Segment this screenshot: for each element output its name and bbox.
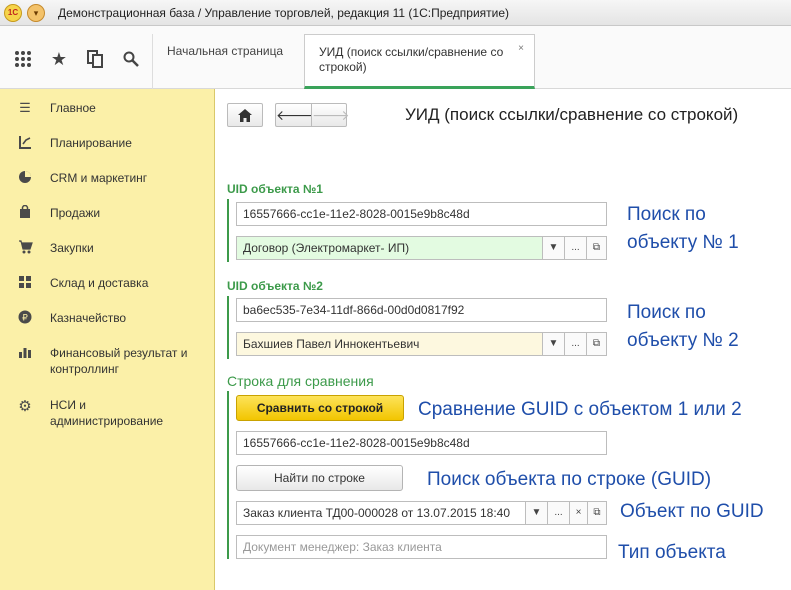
sidebar-item-finance[interactable]: Финансовый результат и контроллинг	[0, 345, 215, 377]
sidebar-item-treasury[interactable]: ₽ Казначейство	[0, 310, 215, 327]
annotation-find: Поиск объекта по строке (GUID)	[427, 469, 712, 490]
sidebar-item-label: Главное	[50, 101, 96, 115]
sidebar-item-label: Планирование	[50, 136, 132, 150]
apps-grid-icon[interactable]	[8, 44, 38, 74]
close-tab-icon[interactable]: ×	[518, 41, 524, 56]
compare-group-line	[227, 391, 229, 559]
favorites-star-icon[interactable]: ★	[44, 44, 74, 74]
annotation-compare: Сравнение GUID с объектом 1 или 2	[418, 399, 742, 420]
svg-text:₽: ₽	[22, 314, 28, 324]
open-window-icon[interactable]: ⧉	[587, 236, 607, 260]
menu-icon: ☰	[19, 100, 31, 115]
gear-icon: ⚙	[18, 398, 32, 415]
sidebar-item-label: Казначейство	[50, 311, 127, 325]
uid1-label: UID объекта №1	[227, 182, 323, 196]
forward-button[interactable]: 🡒	[311, 103, 350, 127]
uid1-ref-field[interactable]: Договор (Электромаркет- ИП)	[236, 236, 543, 260]
annotation-search2: Поиск по объекту № 2	[627, 302, 739, 351]
dropdown-arrow-icon[interactable]: ▼	[543, 236, 565, 260]
arrow-left-icon: 🡐	[276, 107, 314, 123]
compare-string-input[interactable]: 16557666-cc1e-11e2-8028-0015e9b8c48d	[236, 431, 607, 455]
sidebar-item-label: Склад и доставка	[50, 276, 149, 290]
select-ellipsis-button[interactable]: ...	[548, 501, 570, 525]
sidebar-item-sales[interactable]: Продажи	[0, 204, 215, 222]
arrow-right-icon: 🡒	[312, 107, 350, 123]
uid2-ref-field[interactable]: Бахшиев Павел Иннокентьевич	[236, 332, 543, 356]
shopping-bag-icon	[0, 204, 50, 222]
bar-chart-icon	[0, 345, 50, 362]
pie-chart-icon	[0, 170, 50, 187]
compare-button[interactable]: Сравнить со строкой	[236, 395, 404, 421]
sidebar-item-label: Закупки	[50, 241, 94, 255]
sidebar-item-label: Финансовый результат и контроллинг	[50, 346, 188, 376]
ruble-coin-icon: ₽	[0, 310, 50, 327]
window-title: Демонстрационная база / Управление торго…	[58, 6, 510, 20]
select-ellipsis-button[interactable]: ...	[565, 236, 587, 260]
sidebar-item-warehouse[interactable]: Склад и доставка	[0, 275, 215, 292]
sidebar-item-label: НСИ и администрирование	[50, 398, 164, 428]
main-content: 🡐 🡒 УИД (поиск ссылки/сравнение со строк…	[215, 89, 791, 590]
uid1-input[interactable]: 16557666-cc1e-11e2-8028-0015e9b8c48d	[236, 202, 607, 226]
page-title: УИД (поиск ссылки/сравнение со строкой)	[405, 105, 739, 124]
find-by-string-button[interactable]: Найти по строке	[236, 465, 403, 491]
sidebar-item-label: Продажи	[50, 206, 101, 220]
uid1-group-line	[227, 199, 229, 262]
search-icon[interactable]	[116, 44, 146, 74]
main-menu-icon[interactable]: ▾	[27, 4, 45, 22]
app-logo-icon[interactable]: 1С	[4, 4, 22, 22]
clear-icon[interactable]: ×	[570, 501, 588, 525]
dropdown-arrow-icon[interactable]: ▼	[543, 332, 565, 356]
annotation-object: Объект по GUID	[620, 501, 764, 522]
compare-label: Строка для сравнения	[227, 373, 374, 389]
tab-home-label: Начальная страница	[167, 44, 284, 58]
warehouse-icon	[0, 275, 50, 292]
sidebar-item-nsi[interactable]: ⚙ НСИ и администрирование	[0, 397, 215, 429]
home-button[interactable]	[227, 103, 263, 127]
found-object-field[interactable]: Заказ клиента ТД00-000028 от 13.07.2015 …	[236, 501, 526, 525]
sidebar-item-planning[interactable]: Планирование	[0, 135, 215, 152]
history-icon[interactable]	[80, 44, 110, 74]
sidebar-item-crm[interactable]: CRM и маркетинг	[0, 170, 215, 187]
back-button[interactable]: 🡐	[275, 103, 314, 127]
object-type-field[interactable]: Документ менеджер: Заказ клиента	[236, 535, 607, 559]
sidebar-item-main[interactable]: ☰ Главное	[0, 100, 215, 116]
planning-icon	[0, 135, 50, 152]
sidebar: ☰ Главное Планирование CRM и маркетинг П…	[0, 89, 215, 590]
sidebar-item-label: CRM и маркетинг	[50, 171, 148, 185]
select-ellipsis-button[interactable]: ...	[565, 332, 587, 356]
tab-uid-label: УИД (поиск ссылки/сравнение со строкой)	[319, 45, 504, 74]
open-window-icon[interactable]: ⧉	[587, 332, 607, 356]
annotation-search1: Поиск по объекту № 1	[627, 204, 739, 253]
open-window-icon[interactable]: ⧉	[588, 501, 607, 525]
dropdown-arrow-icon[interactable]: ▼	[526, 501, 548, 525]
title-bar: 1С ▾ Демонстрационная база / Управление …	[0, 0, 791, 26]
uid2-label: UID объекта №2	[227, 279, 323, 293]
sidebar-item-purchases[interactable]: Закупки	[0, 240, 215, 257]
annotation-type: Тип объекта	[618, 542, 726, 563]
cart-icon	[0, 240, 50, 257]
uid2-group-line	[227, 296, 229, 359]
tab-home[interactable]: Начальная страница	[152, 34, 302, 89]
tabs-bar: ★ Начальная страница УИД (поиск ссылки/с…	[0, 26, 791, 89]
tab-uid[interactable]: УИД (поиск ссылки/сравнение со строкой) …	[304, 34, 535, 89]
uid2-input[interactable]: ba6ec535-7e34-11df-866d-00d0d0817f92	[236, 298, 607, 322]
